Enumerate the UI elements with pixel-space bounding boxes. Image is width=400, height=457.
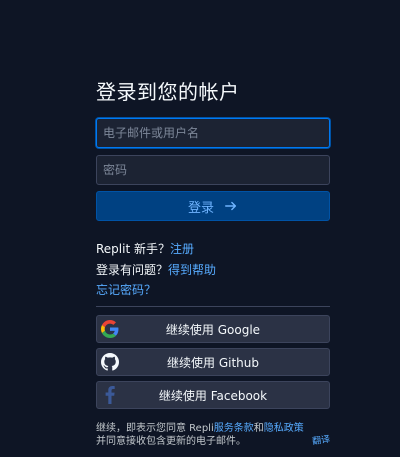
facebook-button-label: 继续使用 Facebook (158, 388, 268, 403)
translate-overlay-badge[interactable]: 翻译 (311, 432, 331, 447)
forgot-row: 忘记密码？ (96, 281, 156, 298)
arrow-right-icon (225, 201, 237, 211)
get-help-link[interactable]: 得到帮助 (168, 263, 216, 277)
login-panel: 登录到您的帐户 登录 Replit 新手？注册 登录有问题？得到帮助 忘记密码？… (96, 0, 330, 457)
google-button-label: 继续使用 Google (165, 322, 261, 337)
privacy-policy-link[interactable]: 隐私政策 (264, 423, 304, 434)
password-input[interactable] (96, 155, 330, 185)
divider (96, 306, 330, 307)
terms-and: 和 (253, 423, 264, 434)
terms-prefix: 继续，即表示您同意 Repli (96, 423, 214, 434)
continue-with-github-button[interactable]: 继续使用 Github (96, 348, 330, 376)
github-button-label: 继续使用 Github (167, 355, 259, 370)
terms-notice: 继续，即表示您同意 Repli服务条款和隐私政策并同意接收包含更新的电子邮件。 (96, 422, 336, 448)
page-title: 登录到您的帐户 (96, 80, 240, 104)
facebook-icon (97, 382, 123, 408)
login-button[interactable]: 登录 (96, 191, 330, 221)
forgot-password-link[interactable]: 忘记密码？ (96, 283, 156, 297)
continue-with-facebook-button[interactable]: 继续使用 Facebook (96, 381, 330, 409)
signup-link[interactable]: 注册 (170, 242, 194, 256)
new-user-text: Replit 新手？ (96, 242, 170, 256)
help-row: 登录有问题？得到帮助 (96, 261, 216, 278)
login-button-label: 登录 (187, 200, 214, 216)
trouble-text: 登录有问题？ (96, 263, 169, 277)
google-icon (97, 316, 123, 342)
signup-row: Replit 新手？注册 (96, 240, 194, 257)
continue-with-google-button[interactable]: 继续使用 Google (96, 315, 330, 343)
email-or-username-input[interactable] (96, 118, 330, 148)
terms-suffix: 并同意接收包含更新的电子邮件。 (96, 436, 246, 447)
github-icon (97, 349, 123, 375)
terms-of-service-link[interactable]: 服务条款 (214, 423, 254, 434)
